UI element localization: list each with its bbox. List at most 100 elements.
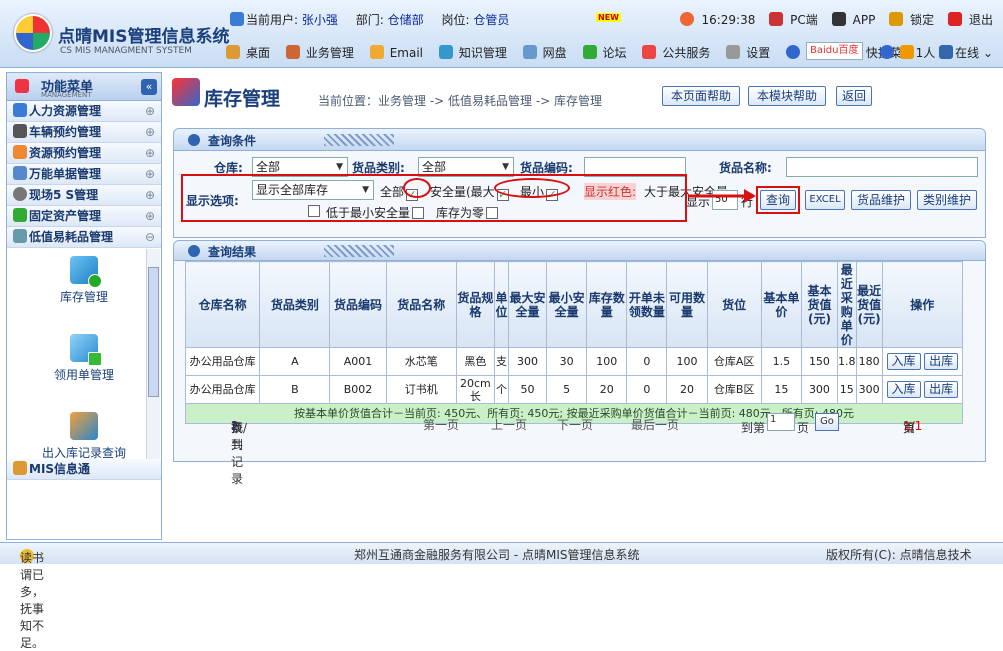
stock-out-button[interactable]: 出库 <box>924 353 959 370</box>
sidebar-item-hr[interactable]: 人力资源管理 ⊕ <box>7 101 161 122</box>
annotation-box-query <box>756 186 800 214</box>
chevron-down-icon[interactable]: ⌄ <box>983 46 993 60</box>
col-min-safe[interactable]: 最小安全量 <box>546 261 588 348</box>
sub-item-inventory[interactable]: 库存管理 <box>7 256 161 326</box>
knowledge-icon <box>438 45 453 59</box>
online-people[interactable]: 1人 <box>899 45 935 60</box>
col-unit[interactable]: 单位 <box>493 261 509 348</box>
expand-icon[interactable]: ⊖ <box>145 227 155 247</box>
col-name[interactable]: 货品名称 <box>385 261 457 348</box>
expand-icon[interactable]: ⊕ <box>145 101 155 121</box>
goto-unit: 页 <box>797 421 810 435</box>
table-header-row: 仓库名称 货品类别 货品编码 货品名称 货品规格 单位 最大安全量 最小安全量 … <box>184 261 964 348</box>
consumables-icon <box>13 229 27 243</box>
col-stock[interactable]: 库存数量 <box>586 261 628 348</box>
sub-item-requisition[interactable]: 领用单管理 <box>7 334 161 404</box>
sidebar-item-docs[interactable]: 万能单据管理 ⊕ <box>7 164 161 185</box>
col-available[interactable]: 可用数量 <box>666 261 708 348</box>
stock-in-button[interactable]: 入库 <box>886 381 921 398</box>
panel-icon <box>188 134 200 146</box>
module-help-button[interactable]: 本模块帮助 <box>748 86 826 106</box>
expand-icon[interactable]: ⊕ <box>145 185 155 205</box>
settings-icon <box>726 45 741 59</box>
col-recent-value[interactable]: 最近货值(元) <box>855 261 883 348</box>
search-input[interactable]: Baidu百度 <box>806 42 863 60</box>
netdisk-icon <box>522 45 537 59</box>
expand-icon[interactable]: ⊕ <box>145 206 155 226</box>
col-warehouse[interactable]: 仓库名称 <box>184 261 261 348</box>
goods-maintain-button[interactable]: 货品维护 <box>851 190 911 210</box>
nav-knowledge[interactable]: 知识管理 <box>438 45 513 60</box>
forum-icon <box>582 45 597 59</box>
category-maintain-button[interactable]: 类别维护 <box>917 190 977 210</box>
results-panel-header: 查询结果 <box>174 241 985 261</box>
header: 点晴MIS管理信息系统 CS MIS MANAGMENT SYSTEM 当前用户… <box>0 0 1003 68</box>
sidebar-item-assets[interactable]: 固定资产管理 ⊕ <box>7 206 161 227</box>
current-post: 仓管员 <box>473 13 510 27</box>
pc-link[interactable]: PC端 <box>764 12 818 27</box>
annotation-arrow <box>688 189 756 203</box>
first-page-link[interactable]: 第一页 <box>423 416 459 433</box>
app-logo <box>14 14 52 52</box>
excel-button[interactable]: EXCEL <box>805 190 845 210</box>
prev-page-link[interactable]: 上一页 <box>491 416 527 433</box>
collapse-icon[interactable]: « <box>141 79 157 95</box>
sidebar-item-5s[interactable]: 现场5 S管理 ⊕ <box>7 185 161 206</box>
col-unclaimed[interactable]: 开单未领数量 <box>626 261 668 348</box>
last-page-link[interactable]: 最后一页 <box>631 416 679 433</box>
sidebar-item-consumables[interactable]: 低值易耗品管理 ⊖ <box>7 227 161 248</box>
col-spec[interactable]: 货品规格 <box>455 261 495 348</box>
back-button[interactable]: 返回 <box>836 86 872 106</box>
col-location[interactable]: 货位 <box>706 261 762 348</box>
sidebar-item-vehicle[interactable]: 车辆预约管理 ⊕ <box>7 122 161 143</box>
new-badge[interactable]: NEW <box>596 13 621 22</box>
stock-in-button[interactable]: 入库 <box>886 353 921 370</box>
nav-business[interactable]: 业务管理 <box>285 45 360 60</box>
col-category[interactable]: 货品类别 <box>259 261 331 348</box>
sidebar-scrollbar[interactable] <box>146 249 160 459</box>
page-help-button[interactable]: 本页面帮助 <box>662 86 740 106</box>
search-icon[interactable] <box>879 45 894 59</box>
table-row[interactable]: 办公用品仓库 A A001 水芯笔 黑色支 300 30 100 0 100 仓库A区 1.5 150 1… <box>184 347 964 376</box>
col-max-safe[interactable]: 最大安全量 <box>507 261 548 348</box>
col-recent-price[interactable]: 最近采购单价 <box>837 261 857 348</box>
user-info: 当前用户: 张小强 部门: 仓储部 岗位: 仓管员 <box>230 11 523 28</box>
car-icon <box>13 124 27 138</box>
public-service-icon <box>642 45 657 59</box>
current-dept: 仓储部 <box>387 13 424 27</box>
annotation-circle-safe <box>494 178 570 198</box>
goto-input[interactable]: 1 <box>767 413 795 431</box>
nav-settings[interactable]: 设置 <box>726 45 776 60</box>
company: 郑州互通商金融服务有限公司 - 点晴MIS管理信息系统 <box>354 548 640 562</box>
name-input[interactable] <box>786 157 978 177</box>
resource-icon <box>13 145 27 159</box>
exit-button[interactable]: 退出 <box>943 12 993 27</box>
expand-icon[interactable]: ⊕ <box>145 143 155 163</box>
annotation-circle-all <box>403 178 431 198</box>
nav-netdisk[interactable]: 网盘 <box>522 45 573 60</box>
clock: 16:29:38 <box>675 12 755 27</box>
current-user[interactable]: 张小强 <box>302 13 338 27</box>
col-basic-price[interactable]: 基本单价 <box>760 261 802 348</box>
expand-icon[interactable]: ⊕ <box>145 122 155 142</box>
expand-icon[interactable]: ⊕ <box>145 164 155 184</box>
nav-forum[interactable]: 论坛 <box>582 45 633 60</box>
stock-out-button[interactable]: 出库 <box>924 381 959 398</box>
lock-button[interactable]: 锁定 <box>884 12 934 27</box>
sidebar-item-mis[interactable]: MIS信息通 <box>7 459 161 480</box>
col-basic-value[interactable]: 基本货值(元) <box>800 261 839 348</box>
user-icon <box>939 45 954 59</box>
table-row[interactable]: 办公用品仓库 B B002 订书机 20cm长个 50 5 20 0 20 仓库B区 15 300 15 3… <box>184 375 964 404</box>
online-status[interactable]: 在线 ⌄ <box>939 45 993 60</box>
col-code[interactable]: 货品编码 <box>329 261 387 348</box>
nav-desktop[interactable]: 桌面 <box>226 45 276 60</box>
next-page-link[interactable]: 下一页 <box>557 416 593 433</box>
go-button[interactable]: Go <box>815 413 839 431</box>
app-subtitle: CS MIS MANAGMENT SYSTEM <box>60 46 192 56</box>
app-link[interactable]: APP <box>827 12 875 27</box>
sidebar-item-resource[interactable]: 资源预约管理 ⊕ <box>7 143 161 164</box>
nav-public[interactable]: 公共服务 <box>642 45 716 60</box>
hr-icon <box>13 103 27 117</box>
nav-email[interactable]: Email <box>369 45 429 60</box>
copyright: 版权所有(C): 点晴信息技术 <box>826 548 972 562</box>
